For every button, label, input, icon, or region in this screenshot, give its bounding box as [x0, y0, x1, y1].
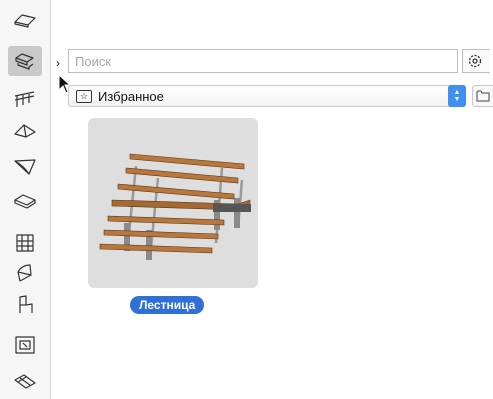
toolbox [0, 0, 51, 399]
library-item-label: Лестница [130, 296, 205, 314]
library-item[interactable]: Лестница [88, 118, 258, 314]
stair-object-thumbnail[interactable] [88, 118, 258, 288]
star-folder-icon: ☆ [76, 89, 92, 103]
stair-tool-icon[interactable] [8, 46, 42, 76]
settings-button[interactable] [462, 49, 490, 73]
search-input[interactable] [68, 49, 458, 73]
folder-select[interactable]: ☆ Избранное ▲ ▼ [68, 85, 466, 107]
railing-tool-icon[interactable] [8, 84, 42, 114]
chevron-updown-icon: ▲ ▼ [448, 85, 466, 107]
flyout-arrow-icon[interactable]: › [56, 56, 60, 70]
gear-icon [468, 54, 482, 68]
object-tool-icon[interactable] [8, 290, 42, 320]
zone-tool-icon[interactable] [8, 330, 42, 360]
mesh-tool-icon[interactable] [8, 186, 42, 216]
stair-object-icon [99, 153, 251, 260]
folder-select-label: Избранное [98, 88, 164, 104]
beam-tool-icon[interactable] [8, 366, 42, 396]
curtain-wall-tool-icon[interactable] [8, 228, 42, 258]
slab-tool-icon[interactable] [8, 6, 42, 36]
shell-tool-icon[interactable] [8, 152, 42, 182]
up-folder-button[interactable] [472, 85, 493, 107]
up-folder-icon [476, 90, 490, 102]
morph-tool-icon[interactable] [8, 258, 42, 288]
roof-tool-icon[interactable] [8, 116, 42, 146]
